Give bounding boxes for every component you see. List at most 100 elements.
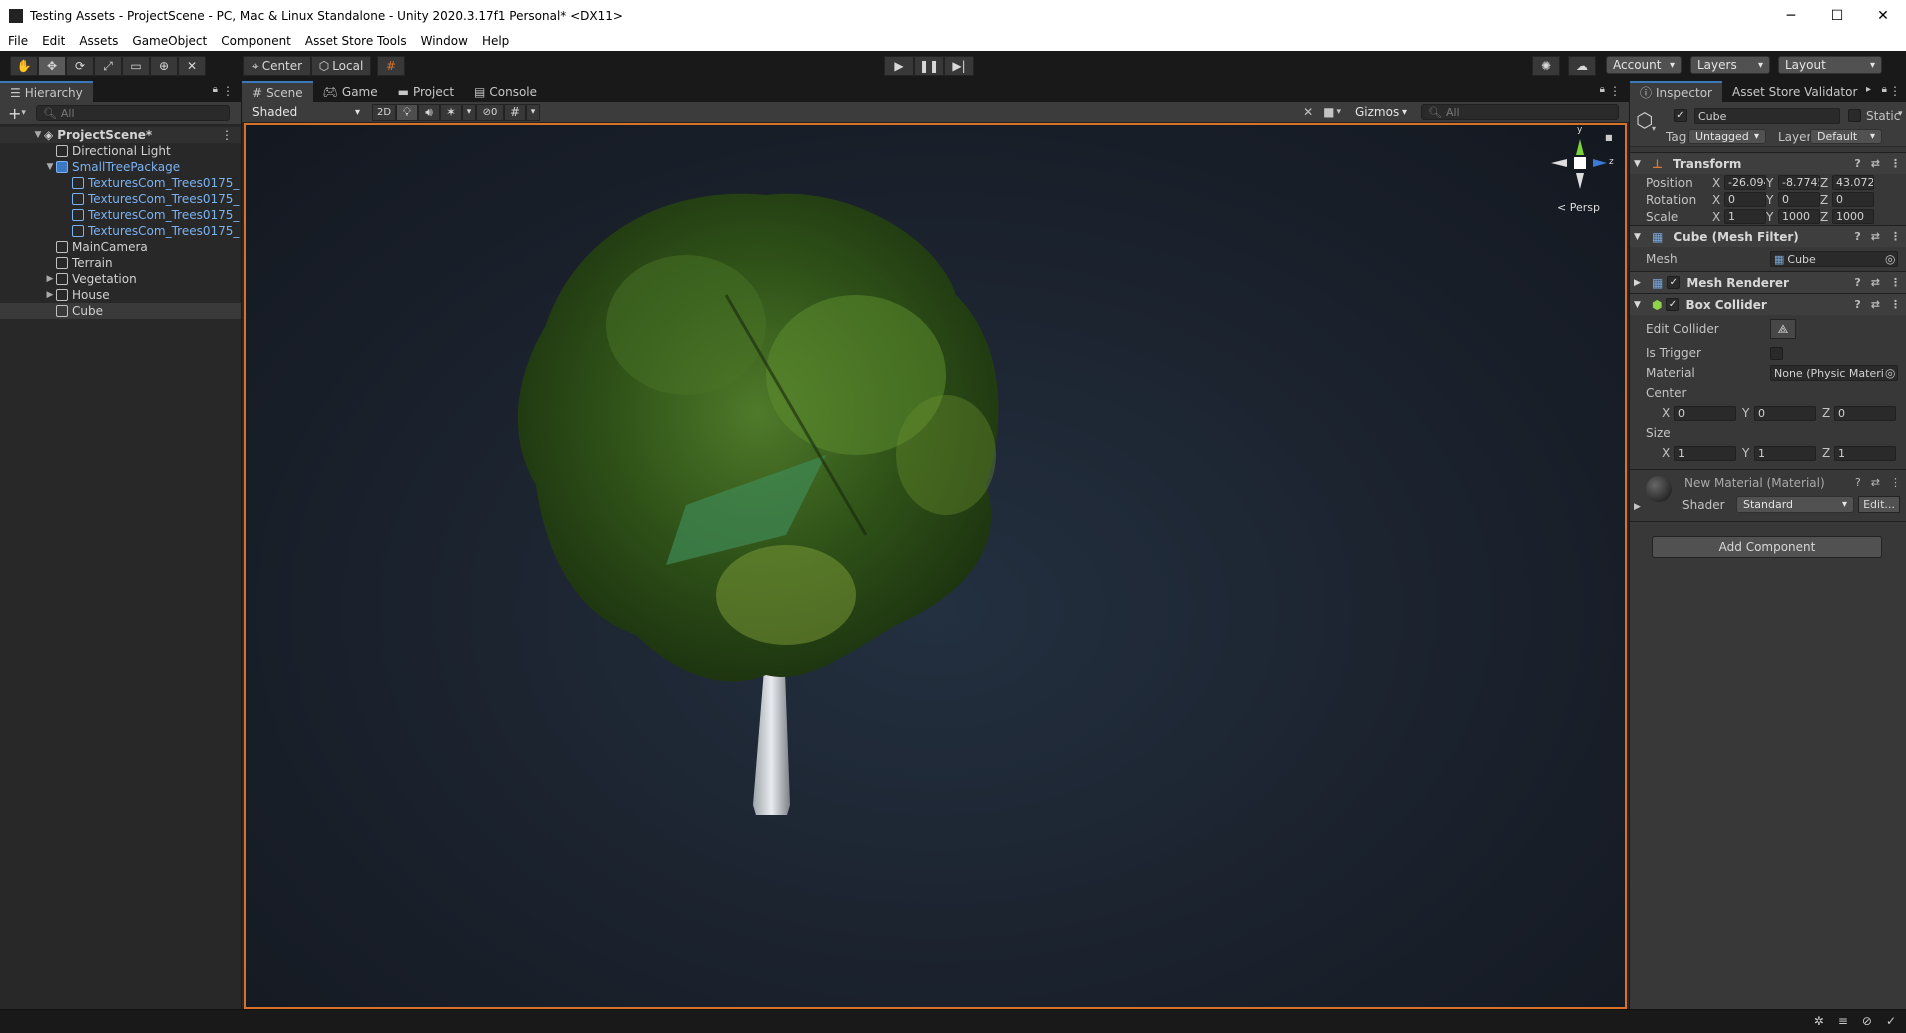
move-tool-icon[interactable]: ✥	[38, 56, 66, 76]
size-z-field[interactable]: 1	[1834, 445, 1896, 461]
rotation-z-field[interactable]: 0	[1832, 192, 1874, 207]
foldout-arrow-icon[interactable]: ▶	[1634, 278, 1646, 288]
active-checkbox[interactable]: ✓	[1674, 109, 1687, 122]
preset-icon[interactable]: ⇄	[1871, 276, 1880, 289]
edit-collider-button[interactable]: ⟁	[1770, 319, 1796, 339]
help-icon[interactable]: ?	[1855, 476, 1861, 489]
box-collider-header[interactable]: ▼ ⬢ ✓ Box Collider ? ⇄ ⋮	[1630, 293, 1906, 315]
pivot-center-button[interactable]: ⌖ Center	[243, 56, 311, 76]
lock-icon[interactable]: 🔒︎	[213, 84, 218, 95]
effects-toggle-icon[interactable]: ✶	[440, 103, 462, 121]
grid-toggle-icon[interactable]: #	[504, 103, 526, 121]
scene-search-input[interactable]: 🔍︎ All	[1421, 104, 1619, 120]
help-icon[interactable]: ?	[1854, 276, 1860, 289]
help-icon[interactable]: ?	[1854, 298, 1860, 311]
preset-icon[interactable]: ⇄	[1871, 157, 1880, 170]
pause-button-icon[interactable]: ❚❚	[914, 56, 944, 76]
add-dropdown-icon[interactable]: ▾	[21, 108, 26, 118]
bug-icon[interactable]: ✲	[1814, 1014, 1824, 1028]
position-y-field[interactable]: -8.7745	[1778, 175, 1820, 190]
hierarchy-item[interactable]: TexturesCom_Trees0175_	[0, 191, 241, 207]
component-menu-icon[interactable]: ⋮	[1890, 230, 1901, 243]
hierarchy-item[interactable]: TexturesCom_Trees0175_	[0, 175, 241, 191]
static-label[interactable]: Static	[1866, 109, 1900, 123]
component-menu-icon[interactable]: ⋮	[1890, 476, 1901, 489]
camera-icon[interactable]: ■	[1323, 105, 1334, 119]
menu-file[interactable]: File	[8, 34, 28, 48]
persp-label[interactable]: < Persp	[1557, 201, 1600, 214]
shader-dropdown[interactable]: Standard	[1736, 496, 1854, 513]
add-component-button[interactable]: Add Component	[1652, 536, 1882, 558]
tab-hierarchy[interactable]: ☰ Hierarchy	[0, 81, 93, 102]
scale-y-field[interactable]: 1000	[1778, 209, 1820, 224]
hierarchy-item[interactable]: ▶ House	[0, 287, 241, 303]
center-y-field[interactable]: 0	[1754, 405, 1816, 421]
preset-icon[interactable]: ⇄	[1871, 230, 1880, 243]
tab-scene[interactable]: # Scene	[242, 81, 313, 102]
scene-viewport[interactable]: y z ■ < Persp	[244, 123, 1627, 1009]
position-z-field[interactable]: 43.072	[1832, 175, 1874, 190]
mesh-renderer-checkbox[interactable]: ✓	[1667, 276, 1681, 289]
menu-edit[interactable]: Edit	[42, 34, 65, 48]
hierarchy-item[interactable]: Directional Light	[0, 143, 241, 159]
lock-icon[interactable]: 🔒︎	[1600, 84, 1605, 95]
tab-overflow-icon[interactable]: ▸	[1866, 84, 1871, 95]
menu-gameobject[interactable]: GameObject	[132, 34, 207, 48]
mesh-field[interactable]: ▦ Cube	[1770, 251, 1898, 267]
shading-mode-dropdown[interactable]: Shaded	[246, 103, 366, 121]
foldout-arrow-icon[interactable]: ▼	[1634, 159, 1646, 169]
help-icon[interactable]: ?	[1854, 157, 1860, 170]
static-checkbox[interactable]	[1848, 109, 1861, 122]
scene-row[interactable]: ▼ ◈ ProjectScene* ⋮	[0, 127, 241, 143]
cloud-icon[interactable]: ☁	[1568, 56, 1596, 76]
layout-dropdown[interactable]: Layout	[1778, 56, 1882, 74]
static-dropdown-icon[interactable]: ▾	[1898, 109, 1903, 119]
menu-kebab-icon[interactable]: ⋮	[1609, 84, 1621, 98]
services-icon[interactable]: ✺	[1532, 56, 1560, 76]
menu-component[interactable]: Component	[221, 34, 291, 48]
tag-dropdown[interactable]: Untagged	[1688, 129, 1766, 144]
position-x-field[interactable]: -26.094	[1724, 175, 1766, 190]
grid-dropdown-icon[interactable]: ▾	[526, 103, 540, 121]
effects-dropdown-icon[interactable]: ▾	[462, 103, 476, 121]
play-button-icon[interactable]: ▶	[884, 56, 914, 76]
scale-tool-icon[interactable]: ⤢	[94, 56, 122, 76]
tab-game[interactable]: 🎮︎ Game	[313, 81, 388, 102]
tab-project[interactable]: ▬ Project	[388, 81, 464, 102]
close-button[interactable]: ✕	[1860, 0, 1906, 31]
audio-toggle-icon[interactable]: 🔊︎	[418, 103, 440, 121]
rotation-y-field[interactable]: 0	[1778, 192, 1820, 207]
material-foldout-icon[interactable]: ▶	[1634, 502, 1641, 512]
mesh-filter-header[interactable]: ▼ ▦ Cube (Mesh Filter) ? ⇄ ⋮	[1630, 225, 1906, 247]
transform-tool-icon[interactable]: ⊕	[150, 56, 178, 76]
rotation-x-field[interactable]: 0	[1724, 192, 1766, 207]
gizmo-lock-icon[interactable]: ■	[1605, 133, 1613, 142]
size-y-field[interactable]: 1	[1754, 445, 1816, 461]
expand-arrow-icon[interactable]: ▼	[44, 162, 56, 172]
hierarchy-item[interactable]: Cube	[0, 303, 241, 319]
hand-tool-icon[interactable]: ✋	[10, 56, 38, 76]
tab-asset-store-validator[interactable]: Asset Store Validator	[1722, 81, 1867, 102]
cache-server-icon[interactable]: ≡	[1838, 1014, 1848, 1028]
foldout-arrow-icon[interactable]: ▼	[1634, 300, 1646, 310]
tab-inspector[interactable]: ⓘ Inspector	[1630, 81, 1722, 102]
progress-check-icon[interactable]: ✓	[1886, 1014, 1896, 1028]
component-menu-icon[interactable]: ⋮	[1890, 298, 1901, 311]
orientation-gizmo[interactable]: y z ■ < Persp	[1545, 125, 1615, 214]
center-z-field[interactable]: 0	[1834, 405, 1896, 421]
lock-icon[interactable]: 🔒︎	[1882, 84, 1887, 95]
menu-help[interactable]: Help	[482, 34, 509, 48]
hierarchy-item[interactable]: ▶ Vegetation	[0, 271, 241, 287]
collapse-arrow-icon[interactable]: ▶	[44, 274, 56, 284]
add-icon[interactable]: +	[8, 104, 21, 123]
object-picker-icon[interactable]: ◎	[1885, 252, 1895, 266]
layers-dropdown[interactable]: Layers	[1690, 56, 1770, 74]
hierarchy-item[interactable]: TexturesCom_Trees0175_	[0, 223, 241, 239]
rotate-tool-icon[interactable]: ⟳	[66, 56, 94, 76]
transform-header[interactable]: ▼ ⊥ Transform ? ⇄ ⋮	[1630, 152, 1906, 174]
menu-kebab-icon[interactable]: ⋮	[1889, 84, 1901, 98]
minimize-button[interactable]: ─	[1768, 0, 1814, 31]
hierarchy-item[interactable]: TexturesCom_Trees0175_	[0, 207, 241, 223]
object-picker-icon[interactable]: ◎	[1885, 366, 1895, 380]
collapse-arrow-icon[interactable]: ▶	[44, 290, 56, 300]
